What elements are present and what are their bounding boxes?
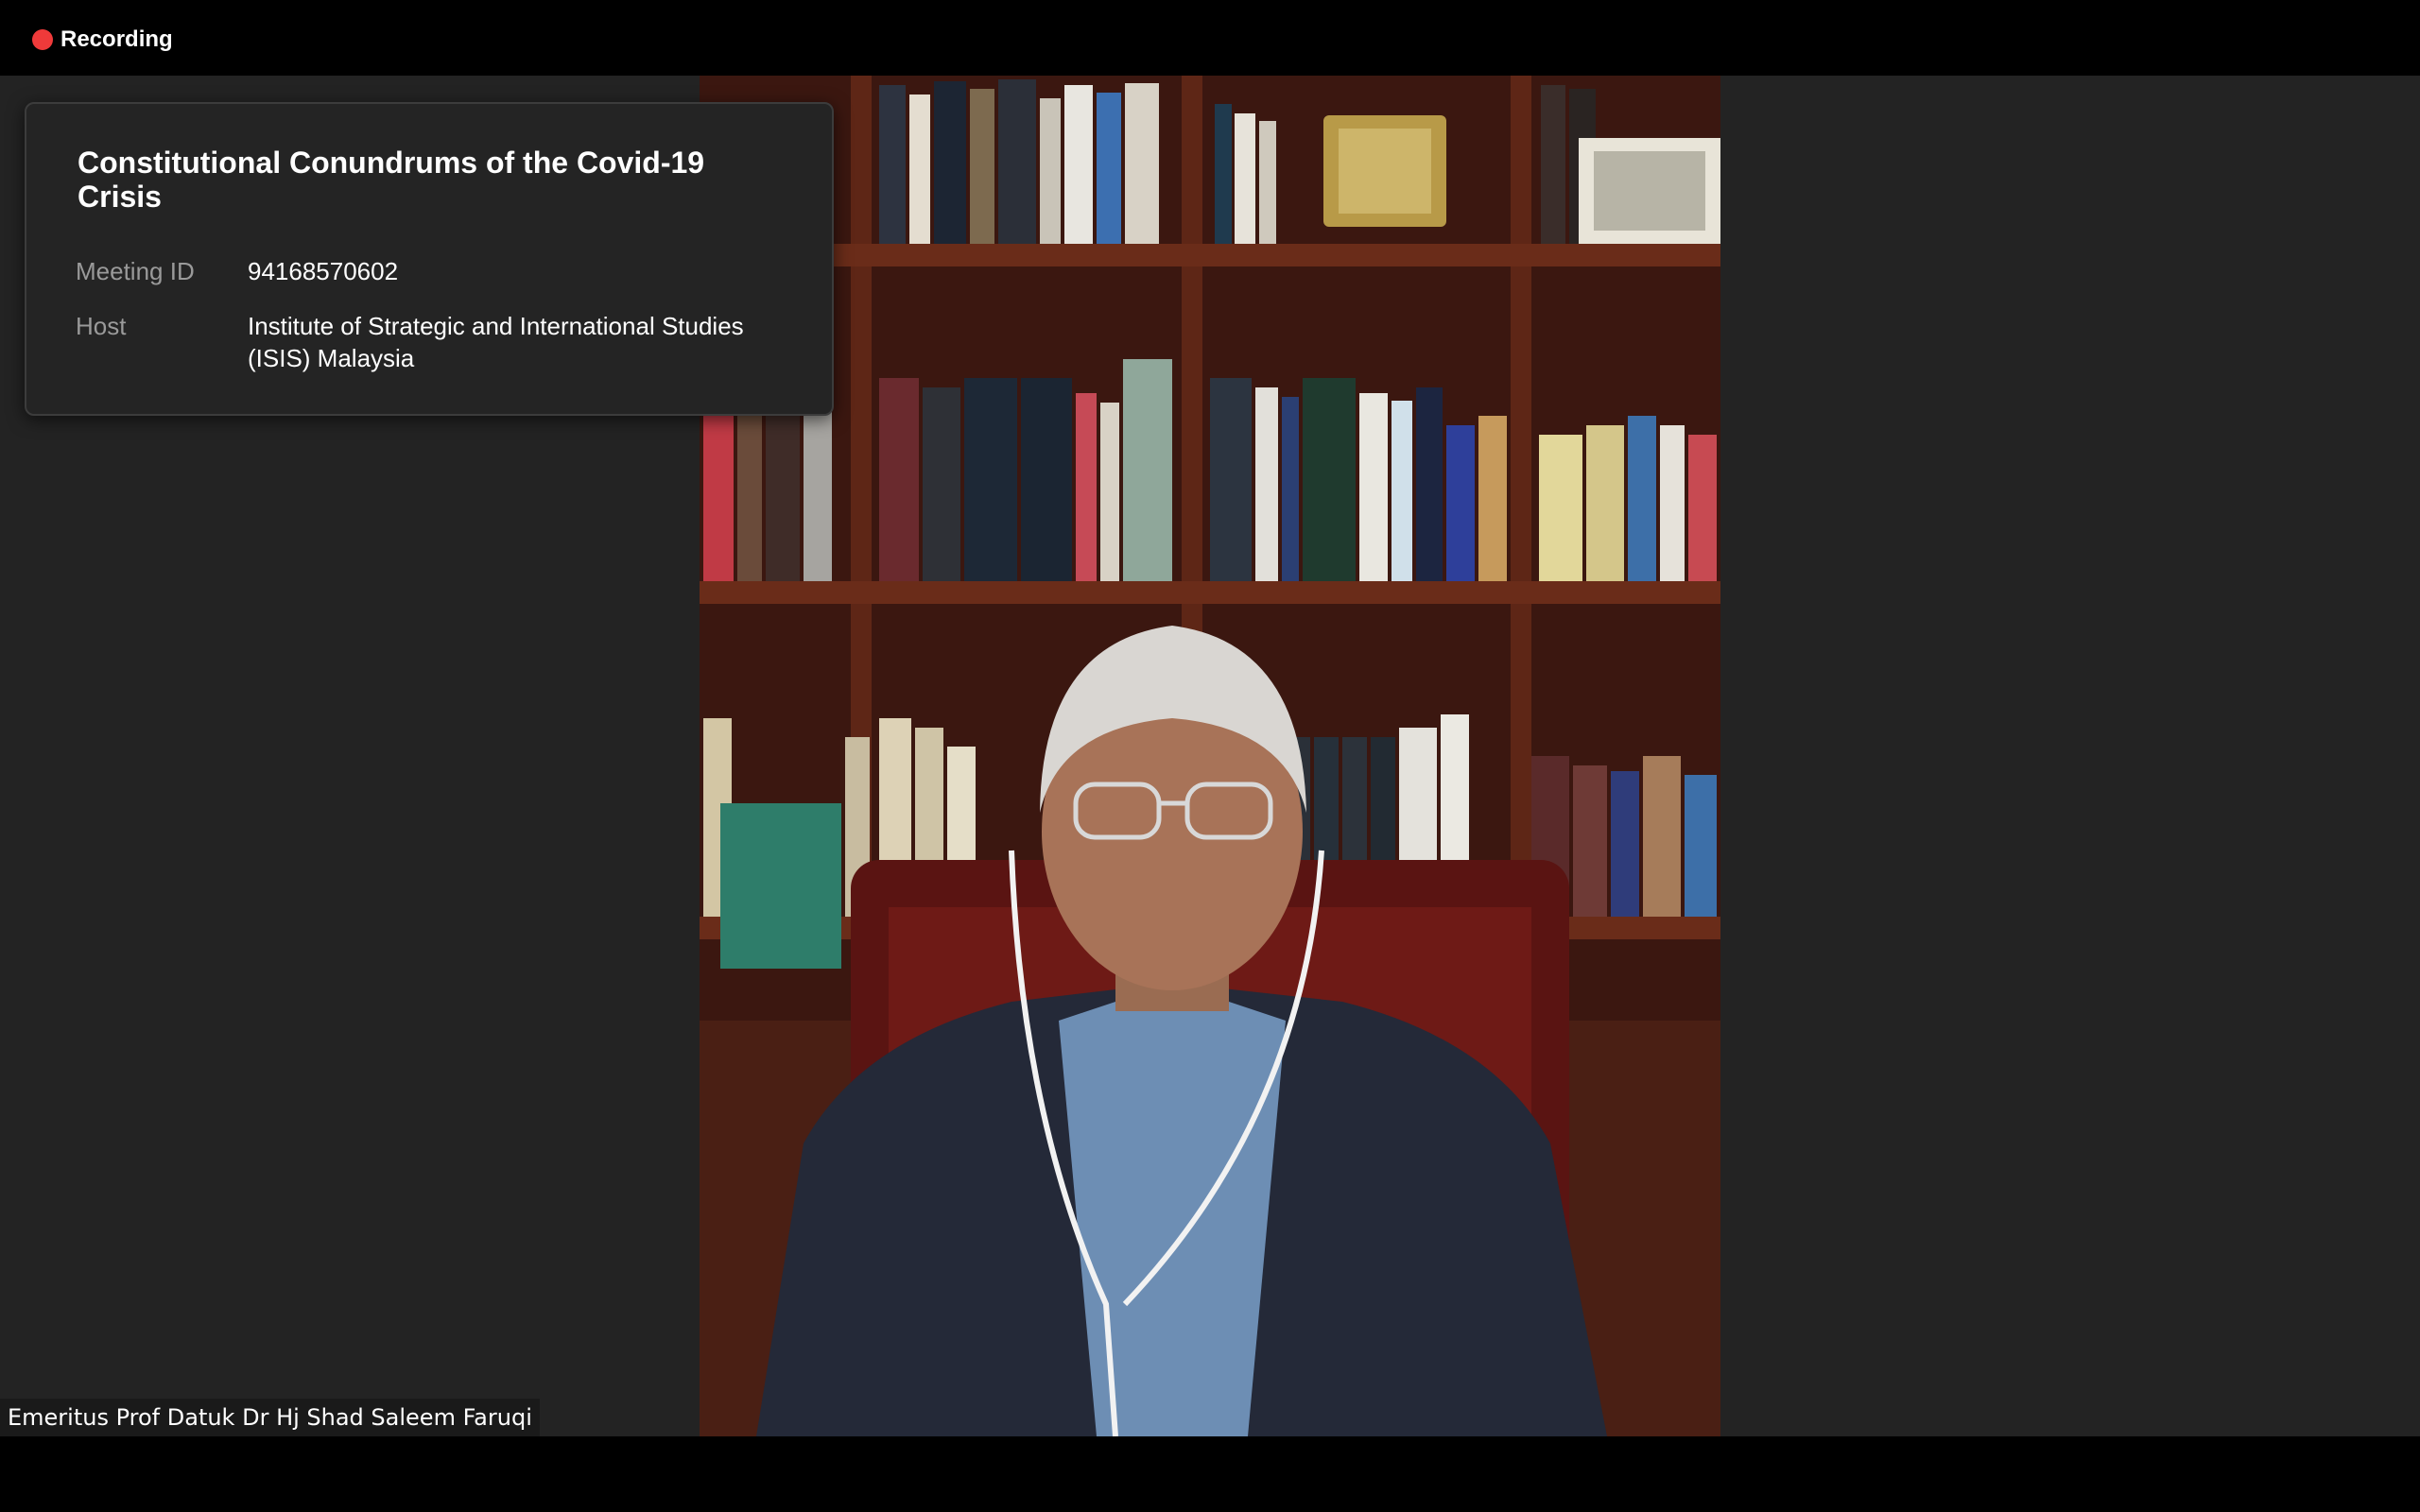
- meeting-topic-title: Constitutional Conundrums of the Covid-1…: [78, 146, 705, 214]
- meeting-id-value: 94168570602: [248, 257, 399, 285]
- recording-indicator[interactable]: Recording: [32, 26, 173, 53]
- record-dot-icon: [32, 29, 53, 50]
- meeting-info-popover: Constitutional Conundrums of the Covid-1…: [25, 102, 834, 416]
- host-row: Host Institute of Strategic and Internat…: [76, 310, 796, 374]
- participant-video[interactable]: [700, 76, 1720, 1436]
- recording-label: Recording: [60, 26, 173, 52]
- participant-name-label: Emeritus Prof Datuk Dr Hj Shad Saleem Fa…: [0, 1399, 540, 1436]
- zoom-meeting-window: Recording Constitutional Conundrums of t…: [0, 0, 2420, 1512]
- meeting-id-row: Meeting ID 94168570602: [76, 255, 796, 287]
- top-bar: Recording: [0, 0, 2420, 76]
- host-value: Institute of Strategic and International…: [248, 312, 744, 372]
- meeting-id-label: Meeting ID: [76, 257, 195, 285]
- speaker-video-frame: [700, 76, 1720, 1436]
- bottom-bar: [0, 1436, 2420, 1512]
- host-label: Host: [76, 312, 127, 340]
